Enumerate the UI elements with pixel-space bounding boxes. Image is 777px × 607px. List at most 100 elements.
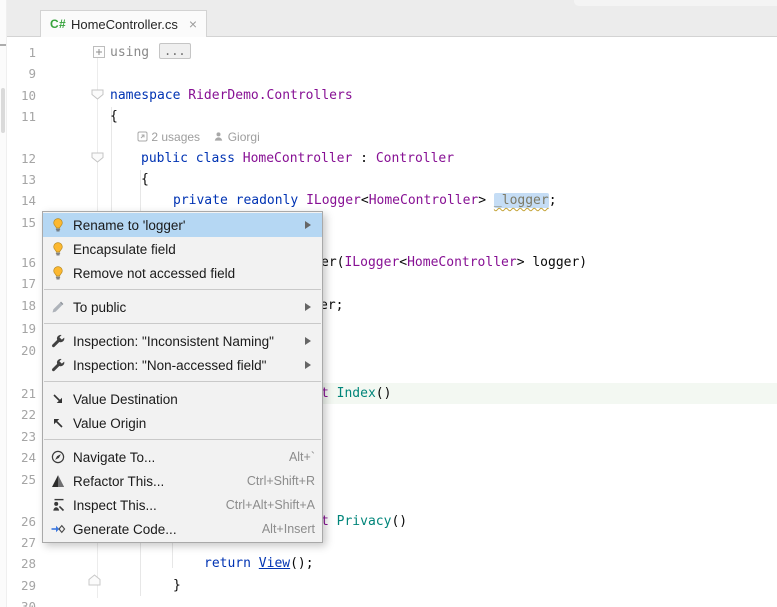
usages-icon xyxy=(137,130,148,145)
code-token: ILogger xyxy=(344,255,399,270)
menu-item-rename-to-logger[interactable]: Rename to 'logger' xyxy=(43,213,322,237)
code-token: : xyxy=(352,151,375,166)
code-token xyxy=(200,130,213,144)
menu-item-encapsulate-field[interactable]: Encapsulate field xyxy=(43,237,322,261)
menu-item-remove-not-accessed-field[interactable]: Remove not accessed field xyxy=(43,261,322,285)
arrow-down-right-icon xyxy=(50,391,66,407)
code-token: ... xyxy=(159,43,191,59)
line-number-1: 1 xyxy=(6,42,36,63)
menu-separator xyxy=(44,381,321,382)
menu-item-value-destination[interactable]: Value Destination xyxy=(43,387,322,411)
menu-item-label: Inspection: "Non-accessed field" xyxy=(73,358,297,373)
code-token: logger) xyxy=(532,255,587,270)
code-token: < xyxy=(361,193,369,208)
line-number-15: 15 xyxy=(6,212,36,233)
line-number-25: 25 xyxy=(6,469,36,490)
line-number-23: 23 xyxy=(6,426,36,447)
code-token: > xyxy=(478,193,494,208)
code-token: ; xyxy=(549,193,557,208)
fold-end-icon[interactable] xyxy=(88,574,101,586)
line-number-14: 14 xyxy=(6,190,36,211)
code-line-14[interactable]: private readonly ILogger<HomeController>… xyxy=(173,190,557,211)
wrench-icon xyxy=(50,357,66,373)
code-token: { xyxy=(110,109,118,124)
code-token: private readonly xyxy=(173,193,306,208)
menu-separator xyxy=(44,323,321,324)
intention-menu: Rename to 'logger' Encapsulate field Remov… xyxy=(42,211,323,543)
menu-item-label: Remove not accessed field xyxy=(73,266,315,281)
code-token: { xyxy=(141,172,149,187)
code-token: Controller xyxy=(376,151,454,166)
menu-item-shortcut: Alt+Insert xyxy=(262,522,315,536)
code-line-18[interactable]: er; xyxy=(320,295,343,316)
code-line-29[interactable]: } xyxy=(173,575,181,596)
code-token: using xyxy=(110,45,157,60)
menu-item-label: Encapsulate field xyxy=(73,242,315,257)
menu-item-navigate-to[interactable]: Navigate To...Alt+` xyxy=(43,445,322,469)
code-line-26[interactable]: t Privacy() xyxy=(321,511,407,532)
code-line-21[interactable]: t Index() xyxy=(321,383,391,404)
editor-tab-homecontroller[interactable]: C# HomeController.cs × xyxy=(40,10,207,37)
code-token: > xyxy=(517,255,533,270)
code-line-28[interactable]: return View(); xyxy=(204,553,314,574)
csharp-file-icon: C# xyxy=(50,17,66,31)
line-number-24: 24 xyxy=(6,447,36,468)
code-line-1[interactable]: using ... xyxy=(110,42,191,63)
code-line-16[interactable]: er(ILogger<HomeController> logger) xyxy=(321,252,587,273)
wrench-icon xyxy=(50,333,66,349)
code-token: HomeController xyxy=(243,151,353,166)
code-token: RiderDemo.Controllers xyxy=(188,88,352,103)
menu-separator xyxy=(44,439,321,440)
line-number-10: 10 xyxy=(6,85,36,106)
menu-item-label: To public xyxy=(73,300,297,315)
menu-item-inspection-non-accessed-field[interactable]: Inspection: "Non-accessed field" xyxy=(43,353,322,377)
menu-item-label: Generate Code... xyxy=(73,522,252,537)
code-token: Privacy xyxy=(337,514,392,529)
lightbulb-icon xyxy=(50,241,66,257)
menu-item-label: Rename to 'logger' xyxy=(73,218,297,233)
rider-window: C# HomeController.cs × Rename to 'logger… xyxy=(0,0,777,607)
submenu-arrow-icon xyxy=(305,303,315,311)
menu-item-label: Inspect This... xyxy=(73,498,216,513)
menu-item-label: Value Origin xyxy=(73,416,315,431)
line-number-27: 27 xyxy=(6,532,36,553)
arrow-up-left-icon xyxy=(50,415,66,431)
stripe-mark xyxy=(1,88,5,133)
code-token: er; xyxy=(320,298,343,313)
menu-item-label: Refactor This... xyxy=(73,474,237,489)
code-token: (); xyxy=(290,556,313,571)
code-token: er( xyxy=(321,255,344,270)
code-token: t xyxy=(321,514,337,529)
fold-collapse-icon[interactable] xyxy=(91,89,104,100)
code-line-13[interactable]: { xyxy=(141,169,149,190)
inlay-hints[interactable]: 2 usages Giorgi xyxy=(137,127,260,148)
code-token: HomeController xyxy=(369,193,479,208)
menu-separator xyxy=(44,289,321,290)
menu-item-shortcut: Alt+` xyxy=(289,450,315,464)
menu-item-refactor-this[interactable]: Refactor This...Ctrl+Shift+R xyxy=(43,469,322,493)
fold-expand-icon[interactable] xyxy=(93,46,105,58)
inspect-icon xyxy=(50,497,66,513)
close-icon[interactable]: × xyxy=(189,19,197,29)
code-line-11[interactable]: { xyxy=(110,106,118,127)
code-token: () xyxy=(391,514,407,529)
menu-item-inspection-inconsistent-naming[interactable]: Inspection: "Inconsistent Naming" xyxy=(43,329,322,353)
fold-collapse-icon[interactable] xyxy=(91,152,104,163)
menu-item-inspect-this[interactable]: Inspect This...Ctrl+Alt+Shift+A xyxy=(43,493,322,517)
line-number-13: 13 xyxy=(6,169,36,190)
code-line-10[interactable]: namespace RiderDemo.Controllers xyxy=(110,85,353,106)
menu-item-generate-code[interactable]: Generate Code... Alt+Insert xyxy=(43,517,322,541)
line-number-19: 19 xyxy=(6,318,36,339)
code-token: < xyxy=(399,255,407,270)
line-number-20: 20 xyxy=(6,340,36,361)
menu-item-to-public[interactable]: To public xyxy=(43,295,322,319)
code-token: namespace xyxy=(110,88,188,103)
line-number-28: 28 xyxy=(6,553,36,574)
code-token: _logger xyxy=(494,193,549,208)
code-line-12[interactable]: public class HomeController : Controller xyxy=(141,148,454,169)
generate-icon xyxy=(50,521,66,537)
quickfix-pencil-icon xyxy=(50,299,66,315)
editor-tab-bar: C# HomeController.cs × xyxy=(7,0,777,37)
menu-item-value-origin[interactable]: Value Origin xyxy=(43,411,322,435)
line-number-22: 22 xyxy=(6,404,36,425)
